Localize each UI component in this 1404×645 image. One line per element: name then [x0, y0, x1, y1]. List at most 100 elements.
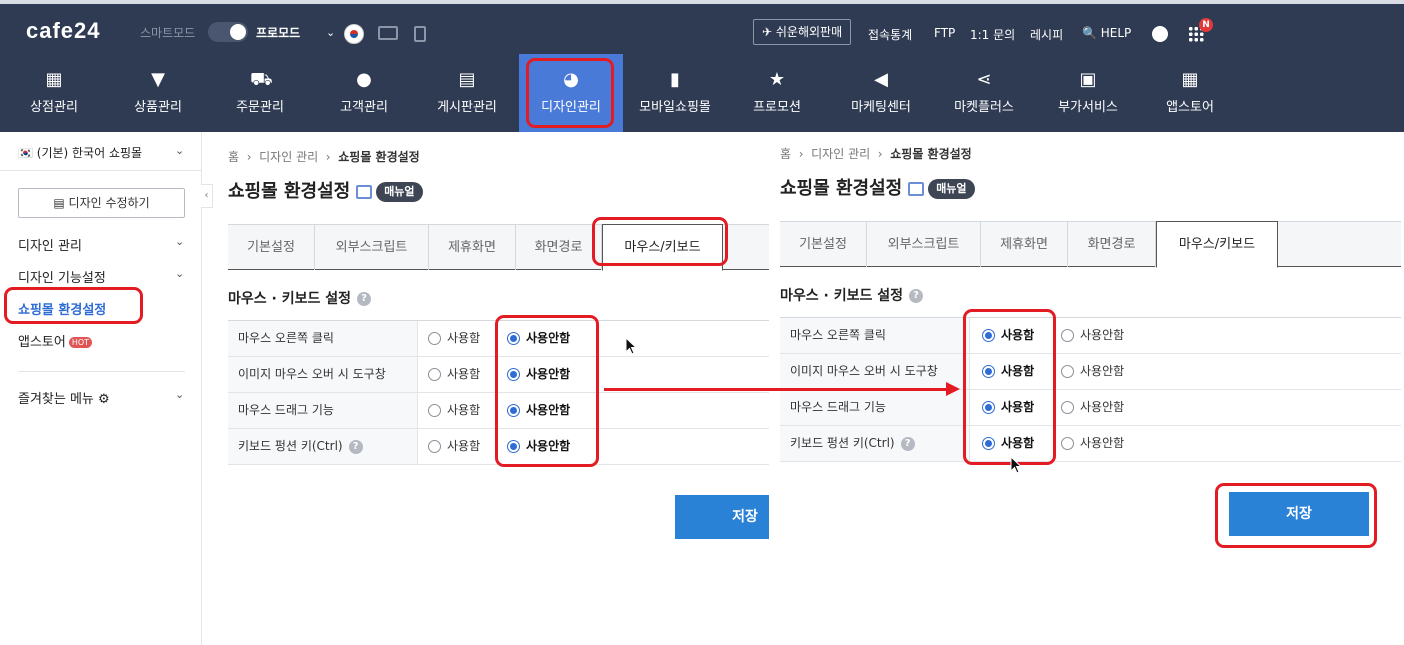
manual-button[interactable]: 매뉴얼 — [928, 179, 975, 199]
radio-use-label[interactable]: 사용함 — [447, 357, 480, 392]
radio-use[interactable] — [982, 365, 995, 378]
mall-selector[interactable]: 🇰🇷 (기본) 한국어 쇼핑몰 — [18, 144, 142, 161]
radio-use[interactable] — [982, 437, 995, 450]
radio-use-label[interactable]: 사용함 — [447, 429, 480, 464]
korea-flag-icon[interactable] — [344, 24, 364, 44]
tab-basic[interactable]: 기본설정 — [228, 225, 315, 270]
radio-nouse[interactable] — [1061, 437, 1074, 450]
chevron-down-icon[interactable]: ⌄ — [175, 267, 184, 280]
visit-stats-link[interactable]: 접속통계 — [868, 26, 912, 43]
global-sale-button[interactable]: ✈ 쉬운해외판매 — [753, 19, 852, 45]
manual-button[interactable]: 매뉴얼 — [376, 182, 423, 202]
pc-view-icon[interactable] — [378, 26, 398, 40]
ftp-link[interactable]: FTP — [934, 26, 955, 40]
radio-nouse[interactable] — [507, 368, 520, 381]
chevron-down-icon[interactable]: ⌄ — [175, 388, 184, 401]
nav-board[interactable]: ▤ 게시판관리 — [415, 54, 519, 132]
nav-mobile[interactable]: ▮ 모바일쇼핑몰 — [623, 54, 727, 132]
nav-design[interactable]: ◕ 디자인관리 — [519, 54, 623, 132]
radio-use[interactable] — [428, 332, 441, 345]
radio-nouse[interactable] — [1061, 401, 1074, 414]
tab-screen-path[interactable]: 화면경로 — [516, 225, 602, 270]
sidebar-item-design-function[interactable]: 디자인 기능설정 — [18, 267, 106, 286]
page-title: 쇼핑몰 환경설정 매뉴얼 — [780, 174, 975, 200]
breadcrumb-home[interactable]: 홈 — [228, 150, 239, 164]
radio-nouse[interactable] — [1061, 329, 1074, 342]
tab-affiliate[interactable]: 제휴화면 — [429, 225, 516, 270]
nav-addon[interactable]: ▣ 부가서비스 — [1036, 54, 1140, 132]
radio-use[interactable] — [428, 404, 441, 417]
tab-basic[interactable]: 기본설정 — [780, 222, 867, 267]
breadcrumb-home[interactable]: 홈 — [780, 147, 791, 161]
mode-dropdown-caret-icon[interactable]: ⌄ — [326, 26, 335, 39]
nav-marketing[interactable]: ◀ 마케팅센터 — [829, 54, 933, 132]
radio-nouse-label[interactable]: 사용안함 — [1080, 390, 1124, 425]
radio-use[interactable] — [428, 440, 441, 453]
tab-external-script[interactable]: 외부스크립트 — [315, 225, 429, 270]
radio-use[interactable] — [428, 368, 441, 381]
tab-mouse-keyboard[interactable]: 마우스/키보드 — [602, 224, 723, 271]
sidebar-item-mall-settings[interactable]: 쇼핑몰 환경설정 — [18, 299, 106, 318]
sidebar-collapse-button[interactable]: ‹ — [201, 184, 213, 208]
save-button[interactable]: 저장 — [1229, 492, 1369, 536]
cafe24-logo[interactable]: cafe24 — [26, 18, 101, 44]
nav-store[interactable]: ▦ 상점관리 — [2, 54, 106, 132]
section-title: 마우스 · 키보드 설정? — [228, 288, 371, 308]
tab-mouse-keyboard[interactable]: 마우스/키보드 — [1156, 221, 1278, 268]
radio-nouse-label[interactable]: 사용안함 — [526, 357, 570, 392]
nav-appstore[interactable]: ▦ 앱스토어 — [1138, 54, 1242, 132]
table-row: 이미지 마우스 오버 시 도구창 사용함 사용안함 — [780, 354, 1401, 390]
help-icon[interactable]: ? — [900, 436, 915, 451]
radio-nouse[interactable] — [1061, 365, 1074, 378]
radio-use-label[interactable]: 사용함 — [447, 393, 480, 428]
row-label: 키보드 펑션 키(Ctrl)? — [780, 426, 970, 461]
tab-affiliate[interactable]: 제휴화면 — [981, 222, 1068, 267]
inquiry-link[interactable]: 1:1 문의 — [970, 26, 1015, 43]
nav-orders[interactable]: ⛟ 주문관리 — [208, 54, 312, 132]
chevron-down-icon[interactable]: ⌄ — [175, 144, 184, 157]
design-edit-button[interactable]: ▤ 디자인 수정하기 — [18, 188, 185, 218]
shirt-icon: ▼ — [151, 69, 165, 90]
radio-use[interactable] — [982, 329, 995, 342]
help-icon[interactable]: ? — [908, 289, 923, 303]
nav-promotion[interactable]: ★ 프로모션 — [725, 54, 829, 132]
store-icon: ▦ — [45, 69, 63, 90]
radio-use-label[interactable]: 사용함 — [447, 321, 480, 356]
tab-screen-path[interactable]: 화면경로 — [1068, 222, 1156, 267]
radio-nouse[interactable] — [507, 404, 520, 417]
nav-marketplus[interactable]: ⋖ 마켓플러스 — [932, 54, 1036, 132]
radio-nouse-label[interactable]: 사용안함 — [526, 393, 570, 428]
sidebar-item-design-manage[interactable]: 디자인 관리 — [18, 235, 82, 254]
help-link[interactable]: 🔍 HELP — [1082, 26, 1131, 40]
favorites-menu[interactable]: 즐겨찾는 메뉴 ⚙ — [18, 388, 110, 407]
user-avatar-icon[interactable] — [1152, 26, 1168, 42]
help-icon[interactable]: ? — [356, 292, 371, 306]
sidebar-item-appstore[interactable]: 앱스토어 HOT — [18, 331, 93, 350]
save-button[interactable]: 저장 — [675, 495, 769, 539]
recipe-link[interactable]: 레시피 — [1030, 26, 1063, 43]
hot-badge: HOT — [68, 337, 93, 348]
mobile-view-icon[interactable] — [414, 26, 426, 42]
help-icon[interactable]: ? — [348, 439, 363, 454]
radio-nouse-label[interactable]: 사용안함 — [526, 429, 570, 464]
radio-nouse-label[interactable]: 사용안함 — [1080, 354, 1124, 389]
radio-nouse-label[interactable]: 사용안함 — [526, 321, 570, 356]
radio-use-label[interactable]: 사용함 — [1001, 354, 1034, 389]
radio-nouse[interactable] — [507, 332, 520, 345]
breadcrumb-design[interactable]: 디자인 관리 — [259, 150, 318, 164]
mode-toggle[interactable] — [208, 22, 248, 42]
nav-label: 모바일쇼핑몰 — [639, 100, 711, 115]
breadcrumb-design[interactable]: 디자인 관리 — [811, 147, 870, 161]
radio-use[interactable] — [982, 401, 995, 414]
chevron-down-icon[interactable]: ⌄ — [175, 235, 184, 248]
nav-products[interactable]: ▼ 상품관리 — [106, 54, 210, 132]
mouse-cursor-icon — [1010, 456, 1022, 474]
tab-external-script[interactable]: 외부스크립트 — [867, 222, 981, 267]
nav-customers[interactable]: ● 고객관리 — [312, 54, 416, 132]
radio-nouse[interactable] — [507, 440, 520, 453]
smart-mode-label: 스마트모드 — [140, 26, 196, 40]
radio-use-label[interactable]: 사용함 — [1001, 390, 1034, 425]
radio-use-label[interactable]: 사용함 — [1001, 318, 1034, 353]
radio-nouse-label[interactable]: 사용안함 — [1080, 318, 1124, 353]
radio-nouse-label[interactable]: 사용안함 — [1080, 426, 1124, 461]
